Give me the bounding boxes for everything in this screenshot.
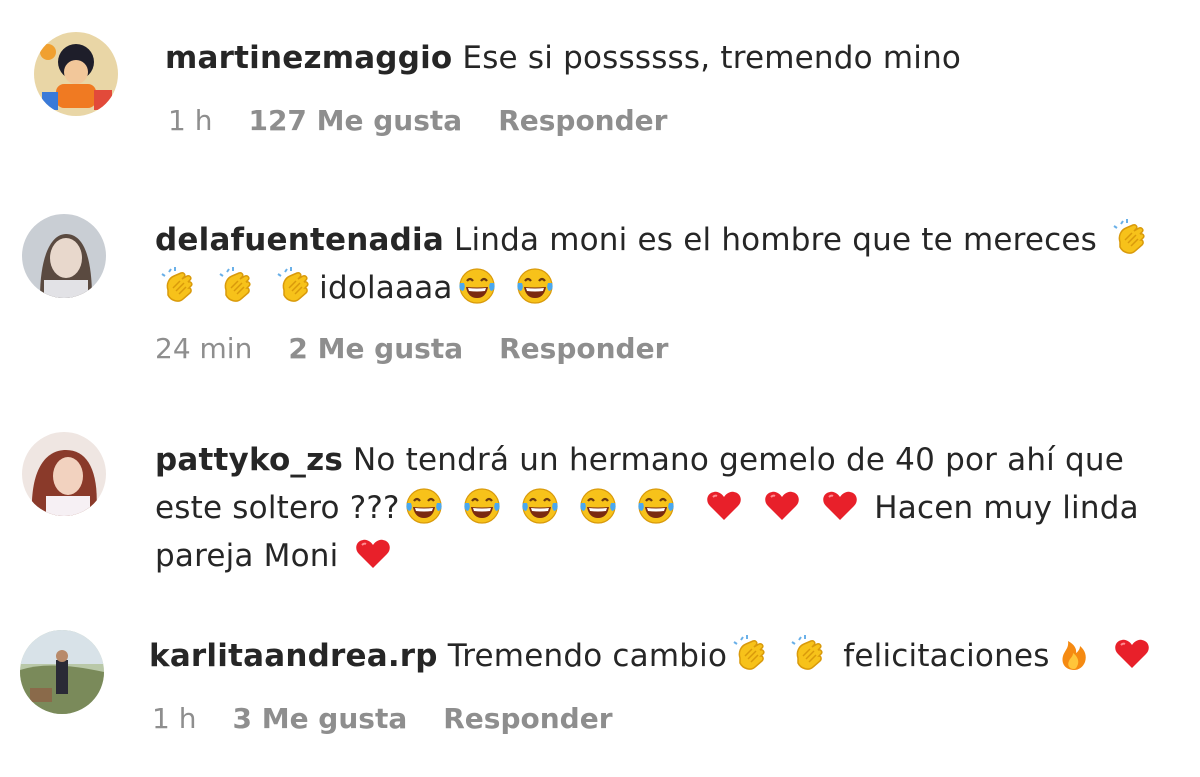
tears-of-joy-icon — [636, 486, 676, 526]
comment-body: este soltero ??? — [155, 490, 400, 526]
red-heart-icon — [1112, 634, 1152, 674]
comment-meta: 1 h 3 Me gusta Responder — [152, 702, 649, 735]
comment-time[interactable]: 24 min — [155, 332, 252, 365]
avatar[interactable] — [22, 432, 106, 516]
comment-text: pattyko_zs No tendrá un hermano gemelo de… — [155, 436, 1175, 580]
red-heart-icon — [762, 486, 802, 526]
avatar[interactable] — [22, 214, 106, 298]
comment-username[interactable]: martinezmaggio — [165, 40, 452, 76]
reply-button[interactable]: Responder — [499, 332, 668, 365]
tears-of-joy-icon — [457, 266, 497, 306]
clapping-hands-icon — [1111, 218, 1151, 258]
comment-time[interactable]: 1 h — [168, 104, 212, 137]
comment-username[interactable]: pattyko_zs — [155, 442, 343, 478]
red-heart-icon — [820, 486, 860, 526]
clapping-hands-icon — [789, 634, 829, 674]
comment-body: Ese si possssss, tremendo mino — [462, 40, 962, 76]
reply-button[interactable]: Responder — [443, 702, 612, 735]
comment-body: idolaaaa — [319, 270, 453, 306]
clapping-hands-icon — [731, 634, 771, 674]
comment-body: Tremendo cambio — [447, 638, 728, 674]
comment-meta: 24 min 2 Me gusta Responder — [155, 332, 704, 365]
fire-icon — [1054, 634, 1094, 674]
tears-of-joy-icon — [462, 486, 502, 526]
reply-button[interactable]: Responder — [498, 104, 667, 137]
avatar[interactable] — [20, 630, 104, 714]
clapping-hands-icon — [275, 266, 315, 306]
comment-likes[interactable]: 3 Me gusta — [232, 702, 407, 735]
comment-meta: 1 h 127 Me gusta Responder — [168, 104, 703, 137]
comment-text: delafuentenadia Linda moni es el hombre q… — [155, 216, 1175, 312]
comment-likes[interactable]: 2 Me gusta — [288, 332, 463, 365]
comment-text: karlitaandrea.rp Tremendo cambio felicita… — [149, 632, 1179, 680]
comment-body: Hacen muy linda — [874, 490, 1139, 526]
red-heart-icon — [353, 534, 393, 574]
comment-username[interactable]: delafuentenadia — [155, 222, 444, 258]
tears-of-joy-icon — [515, 266, 555, 306]
comment-body: No tendrá un hermano gemelo de 40 por ah… — [353, 442, 1125, 478]
comment-time[interactable]: 1 h — [152, 702, 196, 735]
comment-likes[interactable]: 127 Me gusta — [248, 104, 462, 137]
comment-body: felicitaciones — [843, 638, 1050, 674]
tears-of-joy-icon — [404, 486, 444, 526]
comment-body: Linda moni es el hombre que te mereces — [453, 222, 1098, 258]
comment-text: martinezmaggio Ese si possssss, tremendo … — [165, 34, 961, 82]
tears-of-joy-icon — [520, 486, 560, 526]
clapping-hands-icon — [217, 266, 257, 306]
avatar[interactable] — [34, 32, 118, 116]
comment-body: pareja Moni — [155, 538, 339, 574]
red-heart-icon — [704, 486, 744, 526]
clapping-hands-icon — [159, 266, 199, 306]
tears-of-joy-icon — [578, 486, 618, 526]
comment-username[interactable]: karlitaandrea.rp — [149, 638, 438, 674]
